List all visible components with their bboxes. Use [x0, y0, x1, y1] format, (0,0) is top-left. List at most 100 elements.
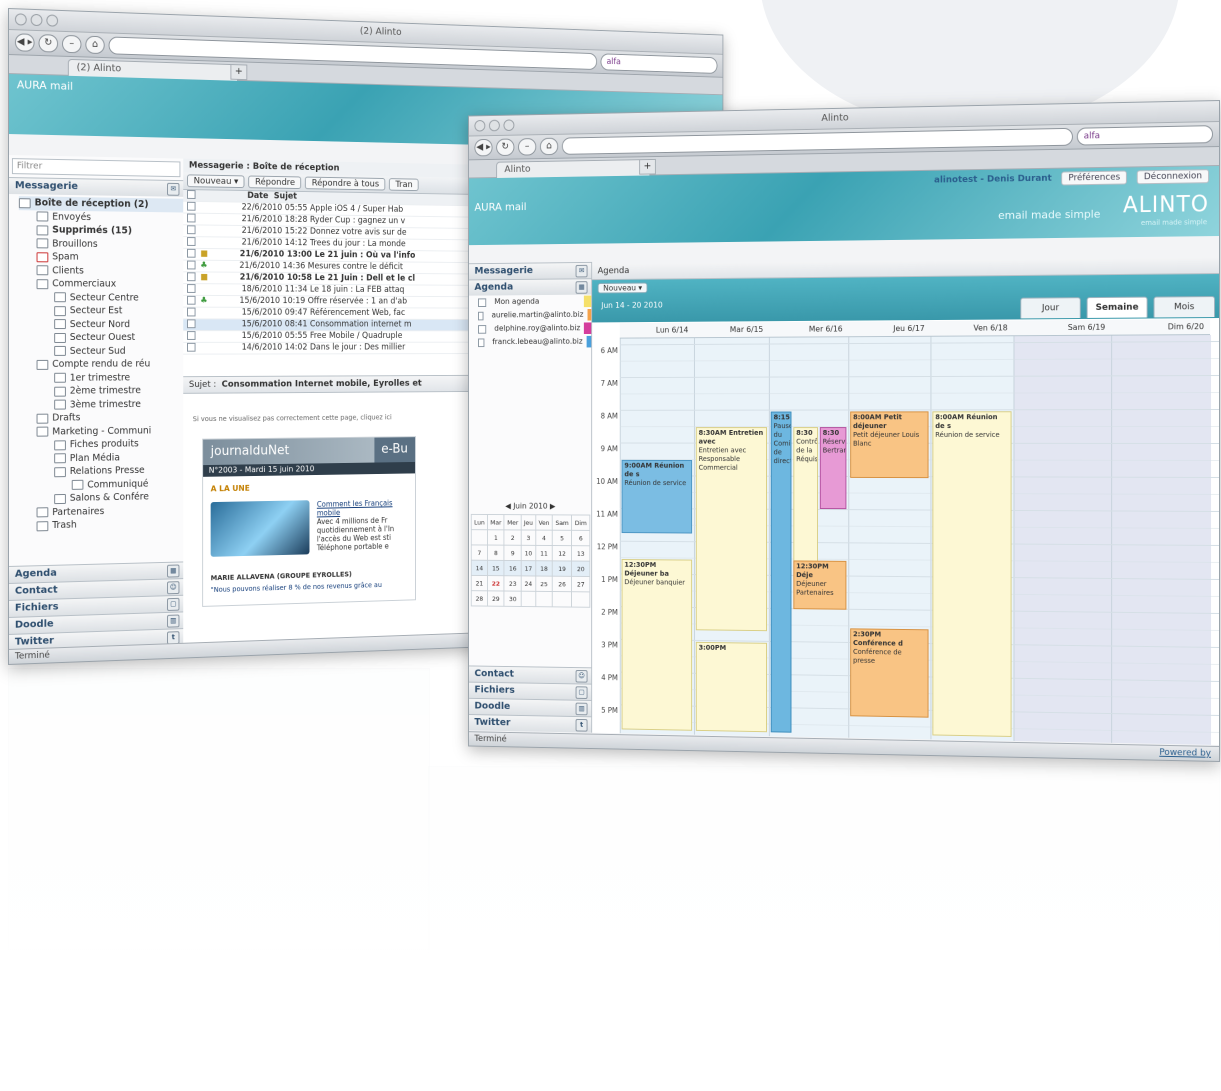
reply-all-button[interactable]: Répondre à tous	[305, 176, 386, 191]
preferences-button[interactable]: Préférences	[1061, 170, 1128, 186]
hour-label: 1 PM	[601, 575, 618, 585]
folder-item[interactable]: Trash	[19, 516, 183, 533]
reload-icon[interactable]: ↻	[496, 138, 515, 157]
section-agenda[interactable]: Agenda ▦	[468, 278, 592, 296]
back-icon[interactable]: ◀ ▸	[14, 33, 35, 52]
folder-item[interactable]: 3ème trimestre	[19, 397, 183, 412]
mail-icon: ✉	[575, 264, 588, 278]
folder-flag-icon: ■	[200, 272, 208, 283]
newsletter-quote[interactable]: "Nous pouvons réaliser 8 % de nos revenu…	[211, 581, 382, 594]
mini-calendar-week[interactable]: 28 29 30	[471, 590, 590, 608]
search-input[interactable]: alfa	[1076, 125, 1214, 146]
calendar-event[interactable]: 8:30 Contrôle de la Réquisition	[793, 427, 818, 564]
mini-calendar-week[interactable]: 7 8 9 10 11 12 13	[471, 544, 590, 562]
user-bar: alinotest - Denis Durant Préférences Déc…	[934, 169, 1210, 187]
agenda-browser-window: Alinto ◀ ▸ ↻ – ⌂ alfa Alinto + alinotest…	[468, 100, 1221, 762]
calendar-event[interactable]: 8:15 Pause du Comité de direction	[770, 411, 792, 733]
calendar-event[interactable]: 8:00AM Petit déjeuner Petit déjeuner Loui…	[850, 411, 929, 479]
forward-button[interactable]: Tran	[389, 178, 419, 192]
back-icon[interactable]: ◀ ▸	[474, 138, 493, 157]
next-month-icon[interactable]: ▶	[550, 502, 556, 511]
calendar-event[interactable]: 12:30PM Déjeuner ba Déjeuner banquier	[621, 559, 693, 731]
logout-button[interactable]: Déconnexion	[1137, 169, 1210, 185]
calendar-event[interactable]: 12:30PM Déje Déjeuner Partenaires	[793, 560, 847, 610]
calendar-item[interactable]: delphine.roy@alinto.biz	[469, 321, 592, 335]
mini-calendar-week[interactable]: 123456	[471, 529, 590, 546]
mini-calendar-grid: Lun Mar Mer Jeu Ven Sam Dim 123456 7 8 9 10 11 12 13…	[471, 514, 590, 608]
minimize-icon[interactable]	[488, 119, 500, 132]
calendar-event[interactable]: 8:30AM Entretien avec Entretien avec Resp…	[695, 427, 767, 632]
newsletter-banner: journalduNet e-Bu	[203, 437, 416, 466]
calendar-event[interactable]: 9:00AM Réunion de s Réunion de service	[621, 459, 693, 534]
new-button[interactable]: Nouveau ▾	[187, 174, 245, 189]
new-event-button[interactable]: Nouveau ▾	[597, 282, 648, 294]
calendar-item[interactable]: franck.lebeau@alinto.biz	[469, 335, 592, 349]
close-icon[interactable]	[14, 13, 27, 26]
traffic-lights	[474, 119, 515, 132]
day-header: Mer 6/16	[768, 321, 849, 338]
folder-item[interactable]: Secteur Nord	[19, 318, 183, 332]
powered-by-link[interactable]: Powered by	[1159, 746, 1211, 761]
day-column[interactable]	[1111, 335, 1212, 745]
logo-subtitle: email made simple	[1140, 218, 1208, 228]
article-link[interactable]: Comment les Français mobile	[317, 499, 393, 518]
leaf-icon: ♣	[200, 260, 208, 271]
folder-item[interactable]: Supprimés (15)	[19, 223, 183, 238]
minimize-icon[interactable]	[30, 13, 43, 27]
contact-icon: ☺	[167, 581, 180, 595]
app-header: alinotest - Denis Durant Préférences Déc…	[468, 166, 1220, 246]
folder-item[interactable]: Secteur Centre	[19, 291, 183, 305]
preview-notice[interactable]: Si vous ne visualisez pas correctement c…	[193, 414, 392, 424]
mini-calendar-weekdays: Lun Mar Mer Jeu Ven Sam Dim	[471, 514, 590, 531]
zoom-icon[interactable]	[46, 14, 59, 27]
new-tab-icon[interactable]: +	[230, 64, 248, 81]
calendar-event[interactable]: 3:00PM	[695, 641, 767, 733]
calendar-item[interactable]: aurelie.martin@alinto.biz	[469, 308, 592, 322]
home-icon[interactable]: ⌂	[539, 137, 559, 156]
stop-icon[interactable]: –	[518, 138, 537, 156]
section-twitter[interactable]: Twitter t	[468, 714, 592, 733]
filter-input[interactable]: Filtrer	[11, 158, 181, 178]
folder-item[interactable]: Commerciaux	[19, 277, 183, 291]
folder-item[interactable]: Compte rendu de réu	[19, 358, 183, 372]
agenda-title: Agenda	[597, 266, 630, 277]
folder-item[interactable]: 2ème trimestre	[19, 384, 183, 398]
doodle-icon: ▥	[167, 614, 180, 628]
reload-icon[interactable]: ↻	[38, 34, 59, 53]
folder-item[interactable]: Secteur Est	[19, 304, 183, 318]
calendar-event[interactable]: 8:00AM Réunion de s Réunion de service	[932, 411, 1012, 737]
folder-item[interactable]: 1er trimestre	[19, 371, 183, 385]
date-range[interactable]: Jun 14 - 20 2010	[601, 301, 662, 310]
tab-day[interactable]: Jour	[1020, 297, 1081, 319]
tab-month[interactable]: Mois	[1153, 296, 1216, 318]
section-contact[interactable]: Contact ☺	[468, 665, 592, 684]
tab-week[interactable]: Semaine	[1086, 296, 1148, 318]
calendar-color	[583, 322, 592, 335]
stop-icon[interactable]: –	[61, 34, 82, 54]
new-tab-icon[interactable]: +	[639, 158, 656, 175]
calendar-event[interactable]: 8:30 Réserve Bertrand	[819, 427, 847, 510]
prev-month-icon[interactable]: ◀	[505, 502, 511, 511]
home-icon[interactable]: ⌂	[85, 35, 105, 55]
reply-button[interactable]: Répondre	[248, 175, 302, 190]
search-input[interactable]: alfa	[600, 53, 718, 74]
preview-subject: Consommation Internet mobile, Eyrolles e…	[221, 378, 422, 390]
folder-item[interactable]: Clients	[19, 264, 183, 279]
section-messagerie[interactable]: Messagerie ✉	[468, 261, 592, 280]
user-name: alinotest - Denis Durant	[934, 173, 1052, 186]
day-column[interactable]	[1013, 335, 1113, 743]
calendar-item[interactable]: Mon agenda	[469, 295, 592, 309]
zoom-icon[interactable]	[503, 119, 515, 132]
mini-calendar-week[interactable]: 14 15 16 17 18 19 20	[471, 560, 590, 577]
mini-calendar-week[interactable]: 21 22 23 24 25 26 27	[471, 575, 590, 592]
day-header: Ven 6/18	[930, 320, 1014, 337]
folder-item[interactable]: Secteur Sud	[19, 344, 183, 358]
calendar-event[interactable]: 2:30PM Conférence d Conférence de presse	[850, 628, 929, 718]
alinto-logo: ALINTO	[1122, 192, 1210, 219]
section-messagerie[interactable]: Messagerie ✉	[8, 177, 184, 197]
folder-item[interactable]: Spam	[19, 250, 183, 265]
close-icon[interactable]	[474, 119, 486, 132]
calendar-nav-band: Nouveau ▾ Jun 14 - 20 2010 Jour Semaine …	[592, 274, 1220, 323]
mini-calendar-month: Juin 2010	[513, 501, 548, 511]
folder-item[interactable]: Secteur Ouest	[19, 331, 183, 344]
